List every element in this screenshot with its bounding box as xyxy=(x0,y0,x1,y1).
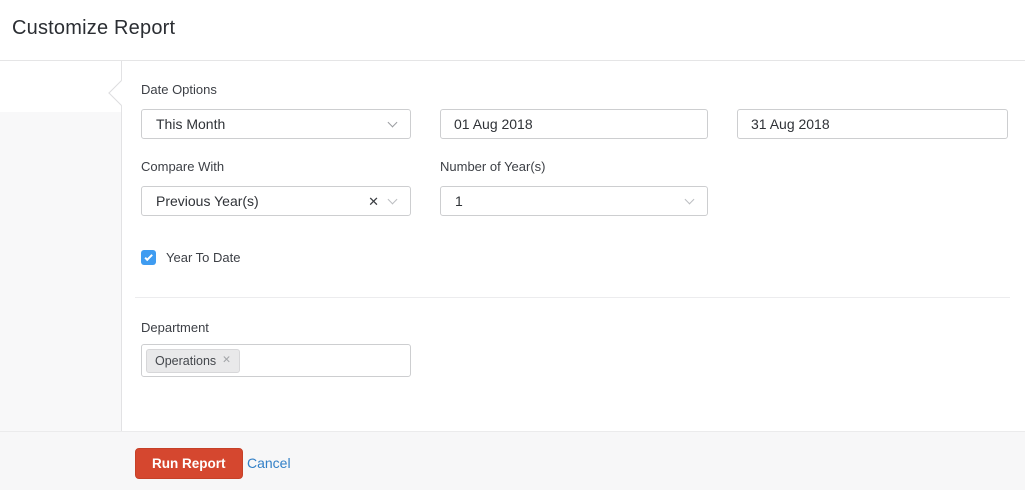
number-of-years-select[interactable]: 1 xyxy=(440,186,708,216)
year-to-date-checkbox[interactable] xyxy=(141,250,156,265)
compare-with-select[interactable]: Previous Year(s) ✕ xyxy=(141,186,411,216)
department-label: Department xyxy=(141,320,209,335)
sidebar-active-item[interactable] xyxy=(0,61,121,112)
run-report-button[interactable]: Run Report xyxy=(135,448,243,479)
department-multiselect-field[interactable]: Operations ✕ xyxy=(141,344,411,377)
footer-bar: Run Report Cancel xyxy=(0,431,1025,490)
number-of-years-value: 1 xyxy=(455,193,463,209)
from-date-input[interactable] xyxy=(440,109,708,139)
cancel-link[interactable]: Cancel xyxy=(247,455,291,471)
sidebar xyxy=(0,61,134,431)
department-tag-label: Operations xyxy=(155,353,217,368)
remove-tag-icon[interactable]: ✕ xyxy=(222,355,231,366)
number-of-years-label: Number of Year(s) xyxy=(440,159,546,174)
date-options-select[interactable]: This Month xyxy=(141,109,411,139)
compare-with-label: Compare With xyxy=(141,159,225,174)
clear-selection-icon[interactable]: ✕ xyxy=(368,195,379,208)
checkmark-icon xyxy=(143,252,153,261)
year-to-date-label: Year To Date xyxy=(166,250,241,265)
customize-report-panel: Customize Report Date Options This Month… xyxy=(0,0,1025,490)
page-header: Customize Report xyxy=(0,0,1025,61)
to-date-input[interactable] xyxy=(737,109,1008,139)
page-title: Customize Report xyxy=(12,17,176,39)
chevron-down-icon xyxy=(387,117,398,128)
chevron-down-icon xyxy=(387,194,398,205)
date-options-label: Date Options xyxy=(141,82,217,97)
section-divider xyxy=(135,297,1010,298)
compare-with-value: Previous Year(s) xyxy=(156,193,259,209)
department-tag: Operations ✕ xyxy=(146,348,240,373)
date-options-value: This Month xyxy=(156,116,226,132)
chevron-down-icon xyxy=(684,194,695,205)
